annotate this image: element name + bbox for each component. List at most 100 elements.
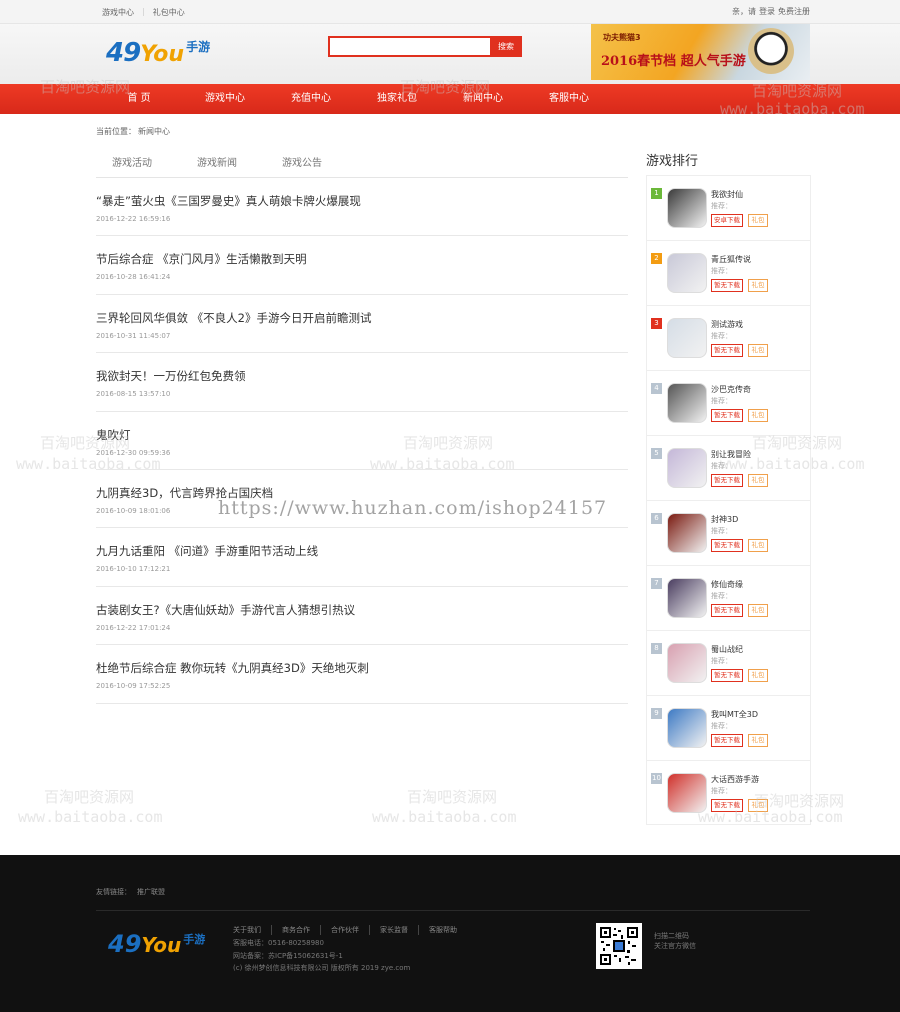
download-button[interactable]: 暂无下载 bbox=[711, 604, 743, 617]
news-title[interactable]: 杜绝节后综合症 教你玩转《九阴真经3D》天绝地灭刺 bbox=[96, 660, 369, 676]
download-button[interactable]: 暂无下载 bbox=[711, 279, 743, 292]
game-name[interactable]: 测试游戏 bbox=[711, 319, 743, 330]
gift-button[interactable]: 礼包 bbox=[748, 344, 768, 357]
top-link-separator: | bbox=[142, 7, 145, 16]
game-name[interactable]: 别让我冒险 bbox=[711, 449, 751, 460]
game-icon[interactable] bbox=[667, 773, 707, 813]
friend-link[interactable]: 推广联盟 bbox=[137, 887, 165, 897]
footer-link-business[interactable]: 商务合作 bbox=[282, 925, 321, 935]
site-logo[interactable]: 49 You 手游 bbox=[106, 38, 210, 72]
game-icon[interactable] bbox=[667, 318, 707, 358]
download-button[interactable]: 暂无下载 bbox=[711, 669, 743, 682]
game-icon[interactable] bbox=[667, 253, 707, 293]
ranking-item: 1 我欲封仙 推荐： 安卓下载 礼包 bbox=[647, 176, 810, 241]
game-name[interactable]: 大话西游手游 bbox=[711, 774, 759, 785]
game-name[interactable]: 我欲封仙 bbox=[711, 189, 743, 200]
ranking-item: 6 封神3D 推荐： 暂无下载 礼包 bbox=[647, 501, 810, 566]
login-link[interactable]: 登录 bbox=[759, 6, 775, 17]
news-title[interactable]: 九月九话重阳 《问道》手游重阳节活动上线 bbox=[96, 543, 318, 559]
download-button[interactable]: 安卓下载 bbox=[711, 214, 743, 227]
download-button[interactable]: 暂无下载 bbox=[711, 474, 743, 487]
search-button[interactable]: 搜索 bbox=[490, 36, 522, 57]
watermark-en: www.baitaoba.com bbox=[18, 808, 163, 826]
download-button[interactable]: 暂无下载 bbox=[711, 799, 743, 812]
news-title[interactable]: 三界轮回风华俱敛 《不良人2》手游今日开启前瞻测试 bbox=[96, 310, 371, 326]
gift-button[interactable]: 礼包 bbox=[748, 799, 768, 812]
game-icon[interactable] bbox=[667, 188, 707, 228]
footer-link-help[interactable]: 客服帮助 bbox=[429, 925, 467, 935]
gift-button[interactable]: 礼包 bbox=[748, 279, 768, 292]
game-icon[interactable] bbox=[667, 643, 707, 683]
ranking-item: 10 大话西游手游 推荐： 暂无下载 礼包 bbox=[647, 761, 810, 826]
game-icon[interactable] bbox=[667, 383, 707, 423]
register-link[interactable]: 免费注册 bbox=[778, 6, 810, 17]
news-title[interactable]: “暴走”萤火虫《三国罗曼史》真人萌娘卡牌火爆展现 bbox=[96, 193, 361, 209]
tab-game-news[interactable]: 游戏新闻 bbox=[181, 150, 253, 177]
gift-button[interactable]: 礼包 bbox=[748, 669, 768, 682]
logo-you: You bbox=[140, 42, 185, 67]
game-name[interactable]: 蜀山战纪 bbox=[711, 644, 743, 655]
game-name[interactable]: 我叫MT全3D bbox=[711, 709, 758, 720]
nav-item-exclusive-gifts[interactable]: 独家礼包 bbox=[354, 84, 440, 114]
news-title[interactable]: 九阴真经3D，代言跨界抢占国庆档 bbox=[96, 485, 273, 501]
nav-item-game-center[interactable]: 游戏中心 bbox=[182, 84, 268, 114]
game-name[interactable]: 修仙奇缘 bbox=[711, 579, 743, 590]
download-button[interactable]: 暂无下载 bbox=[711, 539, 743, 552]
nav-item-home[interactable]: 首 页 bbox=[96, 84, 182, 114]
game-name[interactable]: 沙巴克传奇 bbox=[711, 384, 751, 395]
watermark-cn: 百淘吧资源网 bbox=[407, 788, 498, 806]
search-input[interactable] bbox=[328, 36, 490, 57]
ranking-item: 9 我叫MT全3D 推荐： 暂无下载 礼包 bbox=[647, 696, 810, 761]
download-button[interactable]: 暂无下载 bbox=[711, 734, 743, 747]
gift-button[interactable]: 礼包 bbox=[748, 474, 768, 487]
gift-button[interactable]: 礼包 bbox=[748, 214, 768, 227]
recommend-label: 推荐： bbox=[711, 462, 732, 470]
nav-item-customer-service[interactable]: 客服中心 bbox=[526, 84, 612, 114]
news-date: 2016-12-22 17:01:24 bbox=[96, 623, 171, 632]
header-banner[interactable]: 功夫熊猫3 2016春节档 超人气手游 bbox=[591, 24, 810, 80]
tab-game-activities[interactable]: 游戏活动 bbox=[96, 150, 168, 177]
search-box: 搜索 bbox=[328, 36, 522, 57]
rank-number-badge: 3 bbox=[651, 318, 662, 329]
tab-game-announcements[interactable]: 游戏公告 bbox=[266, 150, 338, 177]
gift-button[interactable]: 礼包 bbox=[748, 409, 768, 422]
recommend-label: 推荐： bbox=[711, 657, 732, 665]
game-name[interactable]: 封神3D bbox=[711, 514, 738, 525]
footer-icp: 网站备案：苏ICP备15062631号-1 bbox=[233, 951, 343, 960]
game-icon[interactable] bbox=[667, 513, 707, 553]
footer-link-partners[interactable]: 合作伙伴 bbox=[331, 925, 370, 935]
list-item: 九月九话重阳 《问道》手游重阳节活动上线 2016-10-10 17:12:21 bbox=[96, 528, 628, 587]
news-date: 2016-10-09 17:52:25 bbox=[96, 682, 171, 691]
rank-number-badge: 6 bbox=[651, 513, 662, 524]
news-title[interactable]: 我欲封天！一万份红包免费领 bbox=[96, 368, 246, 384]
gift-button[interactable]: 礼包 bbox=[748, 539, 768, 552]
news-title[interactable]: 古装剧女王?《大唐仙妖劫》手游代言人猜想引热议 bbox=[96, 602, 355, 618]
list-item: 三界轮回风华俱敛 《不良人2》手游今日开启前瞻测试 2016-10-31 11:… bbox=[96, 295, 628, 354]
news-date: 2016-10-31 11:45:07 bbox=[96, 331, 171, 340]
footer-logo[interactable]: 49 You 手游 bbox=[108, 930, 205, 958]
game-icon[interactable] bbox=[667, 708, 707, 748]
nav-item-news-center[interactable]: 新闻中心 bbox=[440, 84, 526, 114]
logo-you: You bbox=[141, 933, 182, 957]
game-icon[interactable] bbox=[667, 578, 707, 618]
top-link-gift-center[interactable]: 礼包中心 bbox=[153, 7, 185, 18]
nav-item-recharge-center[interactable]: 充值中心 bbox=[268, 84, 354, 114]
top-link-game-center[interactable]: 游戏中心 bbox=[102, 7, 134, 18]
news-title[interactable]: 节后综合症 《京门风月》生活懒散到天明 bbox=[96, 251, 307, 267]
game-name[interactable]: 青丘狐传说 bbox=[711, 254, 751, 265]
ranking-item: 3 测试游戏推荐： 暂无下载 礼包 bbox=[647, 306, 810, 371]
download-button[interactable]: 暂无下载 bbox=[711, 409, 743, 422]
footer-link-about[interactable]: 关于我们 bbox=[233, 925, 272, 935]
footer-link-parental[interactable]: 家长监督 bbox=[380, 925, 419, 935]
download-button[interactable]: 暂无下载 bbox=[711, 344, 743, 357]
recommend-label: 推荐： bbox=[711, 332, 732, 340]
gift-button[interactable]: 礼包 bbox=[748, 734, 768, 747]
watermark-cn: 百淘吧资源网 bbox=[44, 788, 135, 806]
game-icon[interactable] bbox=[667, 448, 707, 488]
news-title[interactable]: 鬼吹灯 bbox=[96, 427, 131, 443]
rank-number-badge: 7 bbox=[651, 578, 662, 589]
breadcrumb-current[interactable]: 新闻中心 bbox=[138, 126, 170, 137]
gift-button[interactable]: 礼包 bbox=[748, 604, 768, 617]
footer-links: 关于我们 商务合作 合作伙伴 家长监督 客服帮助 bbox=[233, 925, 477, 935]
ranking-item: 5 别让我冒险 推荐： 暂无下载 礼包 bbox=[647, 436, 810, 501]
